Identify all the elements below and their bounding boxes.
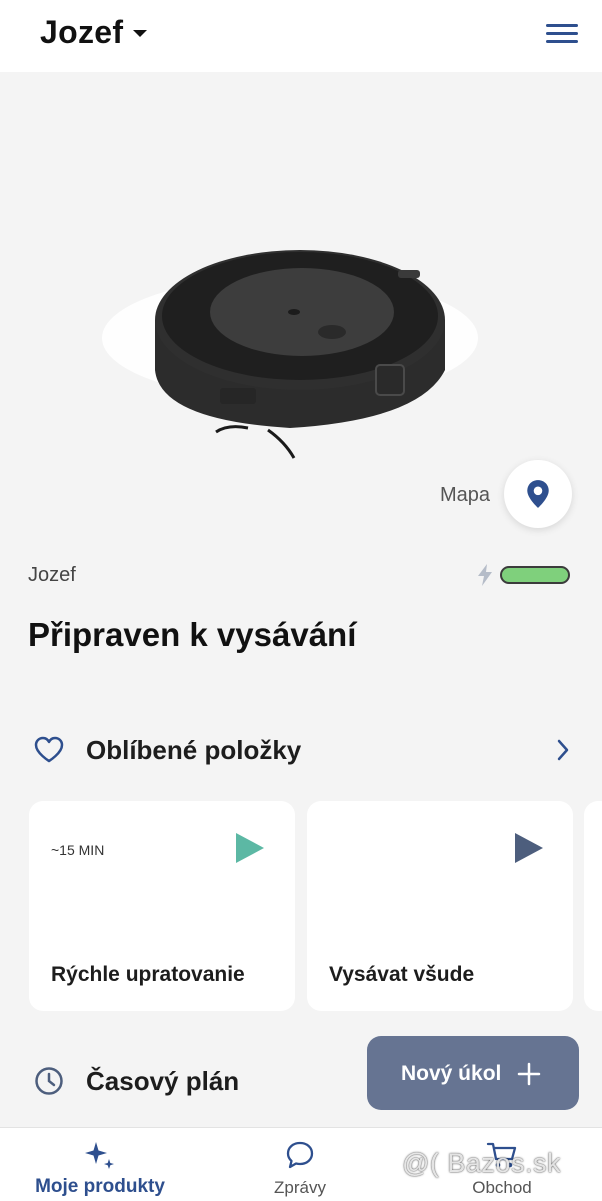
favorite-card-partial[interactable] [584, 801, 602, 1011]
favorite-card[interactable]: Vysávat všude [307, 801, 573, 1011]
plus-icon [517, 1062, 541, 1086]
watermark: @( Bazos.sk [402, 1148, 561, 1178]
nav-my-products-label: Moje produkty [35, 1176, 165, 1197]
card-duration: ~15 MIN [51, 842, 105, 858]
nav-messages-label: Zprávy [274, 1178, 326, 1197]
play-icon[interactable] [236, 833, 264, 863]
device-name: Jozef [40, 14, 124, 50]
battery-indicator [476, 564, 570, 586]
nav-shop-label: Obchod [472, 1178, 532, 1197]
robot-vacuum-image [102, 250, 478, 459]
new-task-label: Nový úkol [401, 1062, 502, 1085]
favorite-card[interactable]: ~15 MIN Rýchle upratovanie [29, 801, 295, 1011]
play-icon[interactable] [515, 833, 543, 863]
heart-icon [34, 736, 64, 763]
nav-my-products[interactable]: Moje produkty [20, 1128, 180, 1201]
lightning-icon [478, 564, 492, 586]
schedule-title: Časový plán [86, 1066, 240, 1096]
app-header: Jozef [0, 0, 602, 72]
clock-icon [35, 1067, 63, 1095]
chat-bubble-icon [286, 1141, 314, 1169]
map-button[interactable] [504, 460, 572, 528]
hamburger-menu-icon[interactable] [546, 24, 578, 46]
sparkle-icon [85, 1142, 114, 1169]
schedule-row[interactable]: Časový plán [0, 1060, 360, 1106]
battery-level-bar [500, 566, 570, 584]
location-pin-icon [527, 480, 549, 508]
device-selector[interactable]: Jozef [40, 14, 148, 51]
robot-status: Připraven k vysávání [28, 616, 357, 653]
nav-messages[interactable]: Zprávy [236, 1128, 364, 1201]
chevron-down-icon [133, 30, 148, 37]
card-title: Vysávat všude [329, 963, 475, 986]
favorites-header[interactable]: Oblíbené položky [0, 728, 602, 774]
new-task-button[interactable]: Nový úkol [367, 1036, 579, 1110]
favorites-title: Oblíbené položky [86, 735, 302, 765]
map-label: Mapa [440, 484, 491, 506]
robot-name: Jozef [28, 564, 76, 586]
chevron-right-icon [557, 739, 569, 761]
card-title: Rýchle upratovanie [51, 963, 245, 986]
